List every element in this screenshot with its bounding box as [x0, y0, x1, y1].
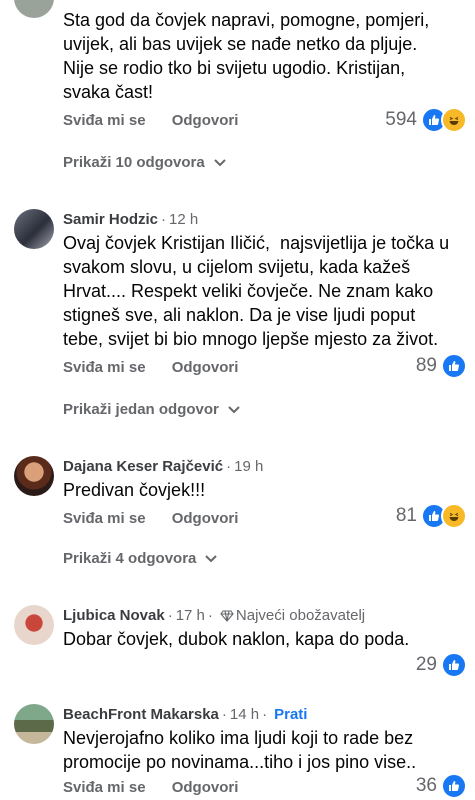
- like-button[interactable]: Sviđa mi se: [63, 359, 146, 376]
- comment-body: Predivan čovjek!!!: [63, 480, 206, 500]
- comment-body: Dobar čovjek, dubok naklon, kapa do poda…: [63, 629, 410, 649]
- comment: Samir Hodzic · 12 h Ovaj čovjek Kristijan …: [0, 205, 475, 425]
- avatar[interactable]: [14, 704, 54, 744]
- like-icon: [441, 652, 467, 678]
- avatar[interactable]: [14, 605, 54, 645]
- separator-dot: ·: [161, 211, 167, 228]
- comment: BeachFront Makarska · 14 h · Prati Nevjeroja…: [0, 700, 475, 800]
- comment-author[interactable]: Ljubica Novak: [63, 607, 165, 624]
- separator-dot: ·: [262, 706, 268, 723]
- reaction-count: 594: [385, 109, 417, 130]
- reaction-summary[interactable]: 89: [415, 353, 467, 379]
- comment-author[interactable]: BeachFront Makarska: [63, 706, 219, 723]
- comment-author[interactable]: Dajana Keser Rajčević: [63, 458, 223, 475]
- chevron-down-icon: [214, 158, 226, 166]
- reaction-summary[interactable]: 81: [395, 503, 467, 529]
- comment: Ljubica Novak · 17 h · Najveći obožavatelj D…: [0, 601, 475, 681]
- like-button[interactable]: Sviđa mi se: [63, 510, 146, 527]
- reply-button[interactable]: Odgovori: [172, 510, 239, 527]
- comment-body: Nevjerojafno koliko ima ljudi koji to ra…: [63, 728, 417, 772]
- separator-dot: ·: [167, 607, 173, 624]
- comment-time: 14 h: [229, 706, 260, 723]
- comment-header: Samir Hodzic · 12 h: [63, 211, 198, 228]
- haha-icon: [441, 503, 467, 529]
- reaction-summary[interactable]: 29: [415, 652, 467, 678]
- reaction-count: 29: [415, 654, 437, 675]
- reply-button[interactable]: Odgovori: [172, 359, 239, 376]
- comment: Sta god da čovjek napravi, pomogne, pomj…: [0, 0, 475, 190]
- comment-header: Dajana Keser Rajčević · 19 h: [63, 458, 263, 475]
- comment-body: Sta god da čovjek napravi, pomogne, pomj…: [63, 10, 430, 102]
- reaction-count: 81: [395, 505, 417, 526]
- view-replies-link[interactable]: Prikaži 10 odgovora: [63, 154, 227, 171]
- reply-button[interactable]: Odgovori: [172, 779, 239, 796]
- comment-actions: Sviđa mi se Odgovori: [63, 359, 260, 376]
- like-button[interactable]: Sviđa mi se: [63, 779, 146, 796]
- view-replies-link[interactable]: Prikaži jedan odgovor: [63, 401, 241, 418]
- comment: Dajana Keser Rajčević · 19 h Predivan čovj…: [0, 452, 475, 572]
- avatar[interactable]: [14, 456, 54, 496]
- like-icon: [441, 773, 467, 799]
- view-replies-label: Prikaži jedan odgovor: [63, 401, 219, 418]
- reply-button[interactable]: Odgovori: [172, 112, 239, 129]
- avatar[interactable]: [14, 0, 54, 18]
- haha-icon: [441, 107, 467, 133]
- comment-time: 19 h: [234, 458, 264, 475]
- comment-author[interactable]: Samir Hodzic: [63, 211, 158, 228]
- comment-header: BeachFront Makarska · 14 h · Prati: [63, 706, 307, 723]
- fan-badge: Najveći obožavatelj: [235, 607, 366, 624]
- separator-dot: ·: [221, 706, 227, 723]
- diamond-icon: [220, 610, 234, 622]
- comment-actions: Sviđa mi se Odgovori: [63, 779, 260, 796]
- reaction-summary[interactable]: 36: [415, 773, 467, 799]
- chevron-down-icon: [228, 405, 240, 413]
- reaction-summary[interactable]: 594: [385, 107, 467, 133]
- follow-button[interactable]: Prati: [274, 706, 307, 723]
- comment-time: 12 h: [169, 211, 199, 228]
- view-replies-label: Prikaži 10 odgovora: [63, 154, 205, 171]
- comment-actions: Sviđa mi se Odgovori: [63, 510, 260, 527]
- view-replies-link[interactable]: Prikaži 4 odgovora: [63, 550, 218, 567]
- like-button[interactable]: Sviđa mi se: [63, 112, 146, 129]
- comment-time: 17 h: [175, 607, 205, 624]
- comment-actions: Sviđa mi se Odgovori: [63, 112, 260, 129]
- chevron-down-icon: [205, 554, 218, 562]
- comment-header: Ljubica Novak · 17 h · Najveći obožavatelj: [63, 607, 365, 624]
- separator-dot: ·: [226, 458, 232, 475]
- view-replies-label: Prikaži 4 odgovora: [63, 550, 197, 567]
- avatar[interactable]: [14, 209, 54, 249]
- separator-dot: ·: [207, 607, 213, 624]
- reaction-count: 89: [415, 355, 437, 376]
- comment-body: Ovaj čovjek Kristijan Iličić, najsvijetl…: [63, 233, 450, 349]
- reaction-count: 36: [415, 775, 437, 796]
- like-icon: [441, 353, 467, 379]
